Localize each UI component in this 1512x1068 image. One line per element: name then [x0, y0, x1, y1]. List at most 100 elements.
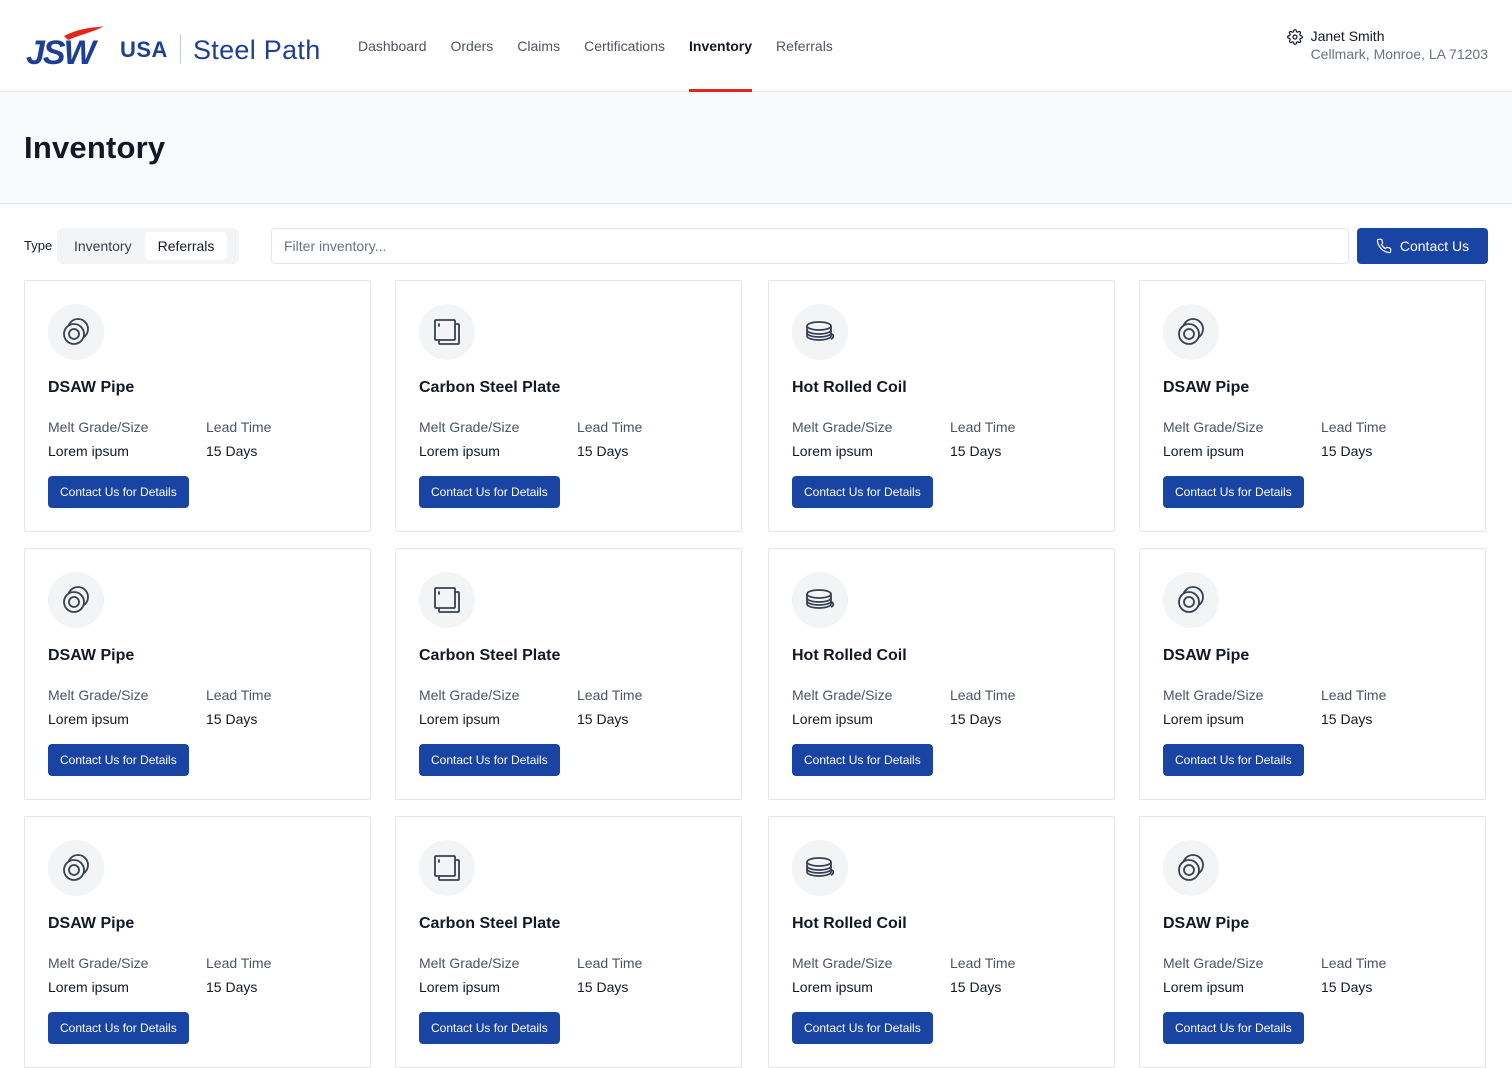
- lead-time-field: Lead Time 15 Days: [950, 686, 1015, 728]
- melt-grade-value: Lorem ipsum: [792, 979, 873, 995]
- nav-item-certifications[interactable]: Certifications: [572, 0, 677, 92]
- page-header: Inventory: [0, 92, 1512, 204]
- contact-for-details-button[interactable]: Contact Us for Details: [419, 1012, 560, 1044]
- gear-icon: [1286, 29, 1303, 45]
- filter-inventory-input[interactable]: [271, 228, 1349, 264]
- nav-item-dashboard[interactable]: Dashboard: [346, 0, 439, 92]
- phone-icon: [1376, 238, 1392, 254]
- inventory-card: Hot Rolled Coil Melt Grade/Size Lorem ipsu…: [768, 548, 1115, 800]
- lead-time-field: Lead Time 15 Days: [206, 686, 271, 728]
- card-title: DSAW Pipe: [48, 647, 135, 664]
- card-title: DSAW Pipe: [1163, 915, 1250, 932]
- lead-time-value: 15 Days: [950, 711, 1002, 727]
- nav-item-orders[interactable]: Orders: [439, 0, 506, 92]
- melt-grade-value: Lorem ipsum: [48, 443, 129, 459]
- melt-grade-value: Lorem ipsum: [419, 979, 500, 995]
- melt-grade-value: Lorem ipsum: [792, 443, 873, 459]
- nav-item-referrals[interactable]: Referrals: [764, 0, 845, 92]
- inventory-card: Hot Rolled Coil Melt Grade/Size Lorem ipsu…: [768, 280, 1115, 532]
- melt-grade-field: Melt Grade/Size Lorem ipsum: [792, 954, 892, 996]
- segment-inventory[interactable]: Inventory: [61, 232, 145, 260]
- melt-grade-field: Melt Grade/Size Lorem ipsum: [1163, 686, 1263, 728]
- user-name: Janet Smith: [1310, 28, 1385, 44]
- melt-grade-value: Lorem ipsum: [48, 711, 129, 727]
- brand-region: USA: [120, 37, 168, 62]
- contact-for-details-button[interactable]: Contact Us for Details: [1163, 744, 1304, 776]
- top-navigation-bar: JSW USA Steel Path Dashboard Orders Claims…: [0, 0, 1512, 92]
- lead-time-field: Lead Time 15 Days: [206, 418, 271, 460]
- lead-time-field: Lead Time 15 Days: [950, 954, 1015, 996]
- nav-item-inventory[interactable]: Inventory: [677, 0, 764, 92]
- contact-for-details-button[interactable]: Contact Us for Details: [792, 744, 933, 776]
- nav-item-claims[interactable]: Claims: [505, 0, 572, 92]
- user-menu[interactable]: Janet Smith Cellmark, Monroe, LA 71203: [1286, 28, 1488, 63]
- card-title: Carbon Steel Plate: [419, 379, 561, 396]
- segment-referrals[interactable]: Referrals: [144, 232, 228, 260]
- page-title: Inventory: [24, 130, 166, 165]
- jsw-logo-mark: JSW: [24, 24, 116, 70]
- brand-logo[interactable]: JSW USA Steel Path: [24, 24, 321, 70]
- melt-grade-value: Lorem ipsum: [48, 979, 129, 995]
- lead-time-value: 15 Days: [577, 711, 629, 727]
- contact-for-details-button[interactable]: Contact Us for Details: [792, 1012, 933, 1044]
- svg-text:JSW: JSW: [26, 34, 99, 70]
- lead-time-value: 15 Days: [1321, 979, 1373, 995]
- melt-grade-field: Melt Grade/Size Lorem ipsum: [792, 686, 892, 728]
- contact-for-details-button[interactable]: Contact Us for Details: [1163, 1012, 1304, 1044]
- card-title: DSAW Pipe: [48, 915, 135, 932]
- card-title: DSAW Pipe: [1163, 379, 1250, 396]
- brand-product-name: Steel Path: [192, 34, 321, 65]
- pipe-icon: [1163, 572, 1219, 628]
- pipe-icon: [1163, 304, 1219, 360]
- contact-for-details-button[interactable]: Contact Us for Details: [419, 476, 560, 508]
- contact-for-details-button[interactable]: Contact Us for Details: [48, 1012, 189, 1044]
- melt-grade-value: Lorem ipsum: [1163, 443, 1244, 459]
- lead-time-value: 15 Days: [206, 711, 258, 727]
- contact-us-label: Contact Us: [1399, 238, 1470, 254]
- melt-grade-field: Melt Grade/Size Lorem ipsum: [48, 954, 148, 996]
- melt-grade-value: Lorem ipsum: [792, 711, 873, 727]
- lead-time-field: Lead Time 15 Days: [1321, 418, 1386, 460]
- contact-for-details-button[interactable]: Contact Us for Details: [792, 476, 933, 508]
- pipe-icon: [48, 304, 104, 360]
- contact-for-details-button[interactable]: Contact Us for Details: [419, 744, 560, 776]
- lead-time-label: Lead Time: [950, 955, 1016, 971]
- coil-icon: [792, 304, 848, 360]
- card-title: Carbon Steel Plate: [419, 915, 561, 932]
- lead-time-label: Lead Time: [1321, 955, 1387, 971]
- lead-time-label: Lead Time: [1321, 687, 1387, 703]
- melt-grade-label: Melt Grade/Size: [419, 419, 520, 435]
- melt-grade-label: Melt Grade/Size: [1163, 955, 1264, 971]
- melt-grade-value: Lorem ipsum: [419, 443, 500, 459]
- contact-us-button[interactable]: Contact Us: [1357, 228, 1488, 264]
- plate-icon: [419, 304, 475, 360]
- lead-time-field: Lead Time 15 Days: [1321, 686, 1386, 728]
- card-title: Hot Rolled Coil: [792, 915, 907, 932]
- melt-grade-label: Melt Grade/Size: [48, 955, 149, 971]
- plate-icon: [419, 572, 475, 628]
- melt-grade-label: Melt Grade/Size: [1163, 687, 1264, 703]
- contact-for-details-button[interactable]: Contact Us for Details: [48, 744, 189, 776]
- lead-time-field: Lead Time 15 Days: [577, 418, 642, 460]
- lead-time-value: 15 Days: [206, 979, 258, 995]
- melt-grade-value: Lorem ipsum: [1163, 711, 1244, 727]
- lead-time-value: 15 Days: [206, 443, 258, 459]
- melt-grade-label: Melt Grade/Size: [1163, 419, 1264, 435]
- type-label: Type: [24, 238, 53, 253]
- pipe-icon: [1163, 840, 1219, 896]
- melt-grade-field: Melt Grade/Size Lorem ipsum: [792, 418, 892, 460]
- melt-grade-field: Melt Grade/Size Lorem ipsum: [419, 954, 519, 996]
- plate-icon: [419, 840, 475, 896]
- lead-time-value: 15 Days: [950, 443, 1002, 459]
- user-address: Cellmark, Monroe, LA 71203: [1310, 46, 1488, 62]
- card-title: Hot Rolled Coil: [792, 379, 907, 396]
- inventory-card: Carbon Steel Plate Melt Grade/Size Lorem i…: [395, 548, 742, 800]
- main-nav: Dashboard Orders Claims Certifications Inven…: [346, 0, 845, 92]
- melt-grade-field: Melt Grade/Size Lorem ipsum: [419, 686, 519, 728]
- contact-for-details-button[interactable]: Contact Us for Details: [48, 476, 189, 508]
- lead-time-label: Lead Time: [577, 955, 643, 971]
- card-title: DSAW Pipe: [48, 379, 135, 396]
- contact-for-details-button[interactable]: Contact Us for Details: [1163, 476, 1304, 508]
- melt-grade-label: Melt Grade/Size: [792, 955, 893, 971]
- lead-time-label: Lead Time: [950, 687, 1016, 703]
